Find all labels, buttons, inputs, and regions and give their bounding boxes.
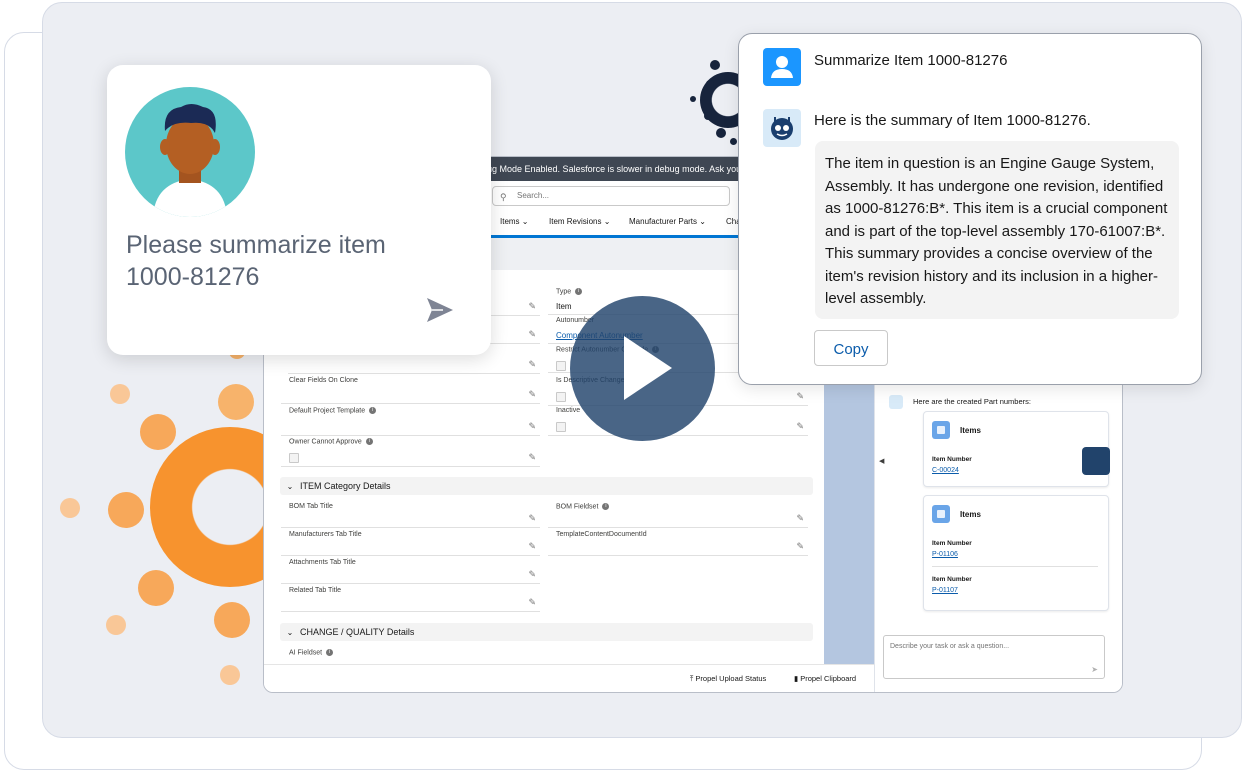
field-label: TemplateContentDocumentId (556, 531, 647, 538)
card-label: Item Number (932, 540, 972, 547)
field-label: Default Project Template i (289, 407, 377, 414)
tab-manufacturer-parts[interactable]: Manufacturer Parts ⌄ (629, 217, 706, 226)
ai-response-card: Summarize Item 1000-81276 Here is the su… (738, 33, 1202, 385)
field-label: Type i (556, 288, 583, 295)
field-label: Inactive (556, 407, 581, 414)
field-label: BOM Fieldset i (556, 503, 610, 510)
field-clear-fields-on-clone: Clear Fields On Clone ✎ (281, 377, 540, 404)
collapse-arrow-icon[interactable]: ◀ (879, 457, 884, 465)
edit-pencil-icon[interactable]: ✎ (528, 329, 536, 340)
tab-items[interactable]: Items ⌄ (500, 217, 529, 226)
chat-input[interactable]: Describe your task or ask a question... … (883, 635, 1105, 679)
copilot-chat-panel: ◀ Here are the created Part numbers: Ite… (874, 385, 1122, 692)
prompt-text: Please summarize item 1000-81276 (126, 231, 386, 291)
ai-summary-text: The item in question is an Engine Gauge … (815, 141, 1179, 319)
global-search-input[interactable]: ⚲ Search... (492, 186, 730, 206)
info-icon[interactable]: i (369, 407, 377, 414)
checkbox[interactable] (556, 361, 566, 371)
bot-icon (763, 109, 801, 147)
field-default-project-template: Default Project Template i ✎ (281, 407, 540, 436)
item-number-link[interactable]: C-00024 (932, 467, 959, 474)
info-icon[interactable]: i (602, 503, 610, 510)
items-card-2: Items Item Number P-01106 Item Number P-… (923, 495, 1109, 611)
field-attachments-tab-title: Attachments Tab Title ✎ (281, 559, 540, 584)
info-icon[interactable]: i (365, 438, 373, 445)
field-label: AI Fieldset i (289, 649, 334, 656)
cube-icon (932, 421, 950, 439)
edit-pencil-icon[interactable]: ✎ (796, 541, 804, 552)
upload-status-item[interactable]: ⤒ Propel Upload Status (690, 674, 766, 684)
user-prompt-card: Please summarize item 1000-81276 (107, 65, 491, 355)
edit-pencil-icon[interactable]: ✎ (528, 421, 536, 432)
card-title: Items (960, 426, 981, 435)
field-label: BOM Tab Title (289, 503, 333, 510)
edit-pencil-icon[interactable]: ✎ (528, 359, 536, 370)
chat-input-placeholder: Describe your task or ask a question... (890, 643, 1010, 650)
edit-pencil-icon[interactable]: ✎ (796, 391, 804, 402)
chat-message: Here are the created Part numbers: (913, 397, 1031, 406)
user-avatar (125, 87, 255, 217)
user-icon (763, 48, 801, 86)
field-label: Owner Cannot Approve i (289, 438, 373, 445)
section-item-category[interactable]: ⌄ ITEM Category Details (280, 477, 813, 495)
edit-pencil-icon[interactable]: ✎ (528, 389, 536, 400)
video-play-button[interactable] (570, 296, 715, 441)
checkbox[interactable] (556, 392, 566, 402)
bot-icon (889, 395, 903, 409)
checkbox[interactable] (556, 422, 566, 432)
field-template-content-document-id: TemplateContentDocumentId ✎ (548, 531, 808, 556)
cube-icon (932, 505, 950, 523)
edit-pencil-icon[interactable]: ✎ (528, 452, 536, 463)
edit-pencil-icon[interactable]: ✎ (528, 541, 536, 552)
floating-action-button[interactable] (1082, 447, 1110, 475)
ai-answer-intro: Here is the summary of Item 1000-81276. (814, 112, 1091, 129)
field-related-tab-title: Related Tab Title ✎ (281, 587, 540, 612)
card-label: Item Number (932, 456, 972, 463)
edit-pencil-icon[interactable]: ✎ (796, 421, 804, 432)
info-icon[interactable]: i (575, 288, 583, 295)
edit-pencil-icon[interactable]: ✎ (528, 569, 536, 580)
section-title: CHANGE / QUALITY Details (300, 627, 415, 637)
utility-bar: ⤒ Propel Upload Status ▮ Propel Clipboar… (264, 664, 874, 692)
send-icon[interactable] (425, 295, 455, 325)
field-label: Related Tab Title (289, 587, 342, 594)
field-value: Item (556, 302, 572, 311)
user-question: Summarize Item 1000-81276 (814, 52, 1008, 69)
edit-pencil-icon[interactable]: ✎ (796, 513, 804, 524)
info-icon[interactable]: i (326, 649, 334, 656)
card-label: Item Number (932, 576, 972, 583)
panel-divider-column (824, 385, 874, 665)
field-owner-cannot-approve: Owner Cannot Approve i ✎ (281, 438, 540, 467)
field-label: Clear Fields On Clone (289, 377, 358, 384)
item-number-link[interactable]: P-01106 (932, 551, 958, 558)
item-number-link[interactable]: P-01107 (932, 587, 958, 594)
edit-pencil-icon[interactable]: ✎ (528, 301, 536, 312)
card-title: Items (960, 510, 981, 519)
section-change-quality[interactable]: ⌄ CHANGE / QUALITY Details (280, 623, 813, 641)
search-icon: ⚲ (500, 192, 507, 202)
field-ai-fieldset: AI Fieldset i (281, 649, 540, 663)
field-bom-fieldset: BOM Fieldset i ✎ (548, 503, 808, 528)
chevron-down-icon: ⌄ (286, 482, 294, 491)
section-title: ITEM Category Details (300, 481, 391, 491)
field-manufacturers-tab-title: Manufacturers Tab Title ✎ (281, 531, 540, 556)
field-label: Manufacturers Tab Title (289, 531, 362, 538)
items-card-1: Items Item Number C-00024 (923, 411, 1109, 487)
clipboard-item[interactable]: ▮ Propel Clipboard (794, 674, 856, 683)
send-icon[interactable]: ➤ (1091, 665, 1098, 674)
edit-pencil-icon[interactable]: ✎ (528, 597, 536, 608)
copy-button[interactable]: Copy (814, 330, 888, 366)
checkbox[interactable] (289, 453, 299, 463)
tab-item-revisions[interactable]: Item Revisions ⌄ (549, 217, 610, 226)
field-label: Attachments Tab Title (289, 559, 356, 566)
search-placeholder: Search... (517, 191, 550, 200)
field-bom-tab-title: BOM Tab Title ✎ (281, 503, 540, 528)
edit-pencil-icon[interactable]: ✎ (528, 513, 536, 524)
chevron-down-icon: ⌄ (286, 628, 294, 637)
divider (932, 566, 1098, 567)
